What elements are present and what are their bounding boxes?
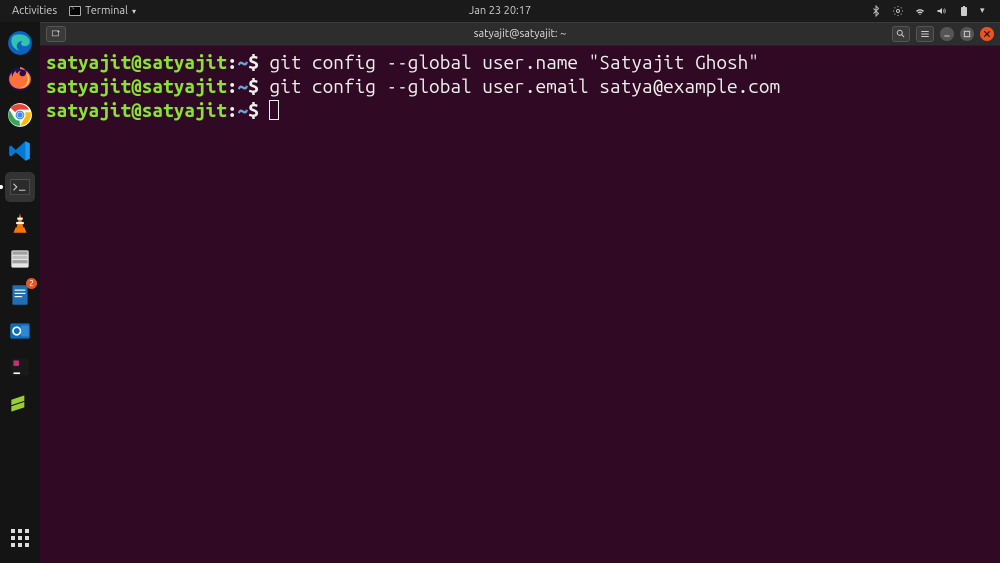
close-button[interactable] (980, 27, 994, 41)
command-text: git config --global user.name "Satyajit … (269, 51, 758, 73)
terminal-line: satyajit@satyajit:~$ git config --global… (46, 74, 994, 98)
show-applications-button[interactable] (5, 523, 35, 553)
command-text: git config --global user.email satya@exa… (269, 75, 780, 97)
dock-item-vscode[interactable] (5, 136, 35, 166)
gnome-top-bar: Activities Terminal ▾ Jan 23 20:17 ▾ (0, 0, 1000, 22)
terminal-body[interactable]: satyajit@satyajit:~$ git config --global… (40, 46, 1000, 563)
terminal-icon (7, 174, 33, 200)
prompt-path: ~ (238, 51, 249, 73)
window-title: satyajit@satyajit: ~ (474, 28, 567, 40)
chrome-icon (7, 102, 33, 128)
activities-button[interactable]: Activities (8, 3, 61, 19)
wifi-icon[interactable] (914, 5, 926, 17)
terminal-line: satyajit@satyajit:~$ git config --global… (46, 50, 994, 74)
dock-item-chrome[interactable] (5, 100, 35, 130)
search-button[interactable] (892, 26, 910, 42)
bluetooth-icon[interactable] (870, 5, 882, 17)
volume-icon[interactable] (936, 5, 948, 17)
minimize-button[interactable] (940, 27, 954, 41)
new-tab-icon (51, 29, 61, 39)
hamburger-icon (920, 29, 930, 39)
title-bar: satyajit@satyajit: ~ (40, 22, 1000, 46)
chevron-down-icon: ▾ (132, 7, 136, 16)
dock-item-outlook[interactable] (5, 316, 35, 346)
badge-count: 2 (26, 278, 37, 289)
arrow-icon (7, 390, 33, 416)
dock-item-files[interactable] (5, 244, 35, 274)
prompt-path: ~ (238, 99, 249, 121)
minimize-icon (943, 30, 951, 38)
terminal-window: satyajit@satyajit: ~ satyajit@satyajit:~… (40, 22, 1000, 563)
prompt-path: ~ (238, 75, 249, 97)
brightness-icon[interactable] (892, 5, 904, 17)
power-chevron-icon[interactable]: ▾ (980, 5, 992, 17)
cursor (269, 100, 279, 120)
dock-item-intellij[interactable] (5, 352, 35, 382)
prompt-user: satyajit@satyajit (46, 75, 227, 97)
vlc-icon (7, 210, 33, 236)
dock-item-vlc[interactable] (5, 208, 35, 238)
app-indicator[interactable]: Terminal ▾ (69, 5, 136, 17)
firefox-icon (7, 66, 33, 92)
app-name-label: Terminal (85, 5, 128, 17)
prompt-user: satyajit@satyajit (46, 99, 227, 121)
terminal-line: satyajit@satyajit:~$ (46, 98, 994, 122)
close-icon (983, 30, 991, 38)
intellij-icon (7, 354, 33, 380)
outlook-icon (7, 318, 33, 344)
dock-item-sublime[interactable] (5, 388, 35, 418)
dock-item-firefox[interactable] (5, 64, 35, 94)
maximize-icon (963, 30, 971, 38)
clock[interactable]: Jan 23 20:17 (469, 5, 531, 17)
dock-item-libreoffice-writer[interactable]: 2 (5, 280, 35, 310)
new-tab-button[interactable] (46, 26, 66, 42)
maximize-button[interactable] (960, 27, 974, 41)
terminal-icon (69, 6, 81, 16)
search-icon (896, 29, 906, 39)
prompt-user: satyajit@satyajit (46, 51, 227, 73)
dock: 2 (0, 22, 40, 563)
battery-icon[interactable] (958, 5, 970, 17)
vscode-icon (7, 138, 33, 164)
menu-button[interactable] (916, 26, 934, 42)
edge-icon (7, 30, 33, 56)
dock-item-edge[interactable] (5, 28, 35, 58)
files-icon (7, 246, 33, 272)
dock-item-terminal[interactable] (5, 172, 35, 202)
